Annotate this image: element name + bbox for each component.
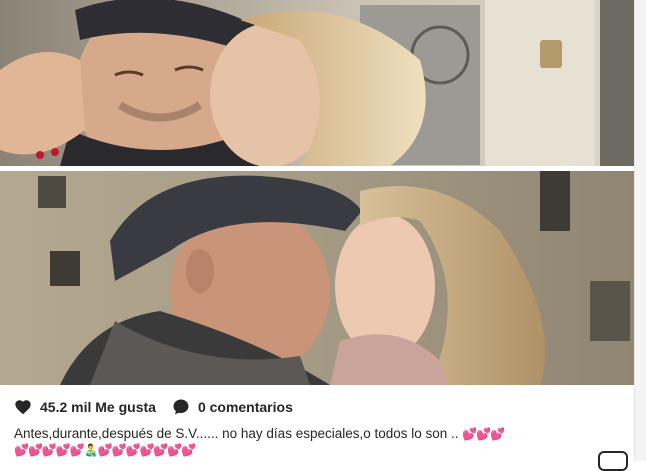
comment-bubble-icon[interactable]: [172, 398, 190, 416]
post-photo-bottom[interactable]: [0, 171, 635, 385]
heart-icon[interactable]: [14, 399, 32, 415]
couple-selfie-image: [0, 0, 635, 166]
caption-emoji-line: 💕💕💕💕💕👨‍🍼💕💕💕💕💕💕💕: [14, 443, 196, 457]
likes-count: 45.2 mil Me gusta: [40, 399, 156, 415]
couple-kiss-image: [0, 171, 635, 385]
caption-hearts: 💕💕💕: [462, 427, 505, 441]
comments-stat[interactable]: 0 comentarios: [172, 398, 293, 416]
more-options-icon[interactable]: [598, 451, 628, 471]
post-caption: Antes,durante,después de S.V...... no ha…: [14, 425, 614, 443]
post-photo-top[interactable]: [0, 0, 635, 166]
comments-count: 0 comentarios: [197, 399, 293, 415]
post-stats: 45.2 mil Me gusta 0 comentarios: [14, 396, 309, 418]
vertical-scrollbar[interactable]: [634, 0, 646, 461]
caption-text: Antes,durante,después de S.V...... no ha…: [14, 426, 459, 441]
likes-stat[interactable]: 45.2 mil Me gusta: [14, 399, 156, 415]
